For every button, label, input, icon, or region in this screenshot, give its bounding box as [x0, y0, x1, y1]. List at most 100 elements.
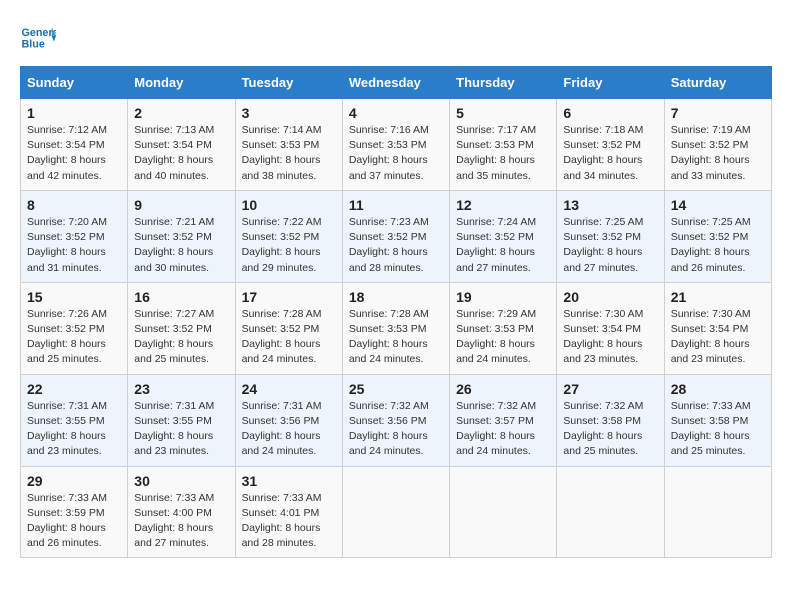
calendar-cell: 8 Sunrise: 7:20 AM Sunset: 3:52 PM Dayli…	[21, 190, 128, 282]
weekday-header-wednesday: Wednesday	[342, 67, 449, 99]
calendar-week-row: 8 Sunrise: 7:20 AM Sunset: 3:52 PM Dayli…	[21, 190, 772, 282]
day-info: Sunrise: 7:33 AM Sunset: 3:59 PM Dayligh…	[27, 492, 107, 550]
calendar-table: SundayMondayTuesdayWednesdayThursdayFrid…	[20, 66, 772, 558]
weekday-header-tuesday: Tuesday	[235, 67, 342, 99]
day-number: 26	[456, 381, 550, 397]
day-number: 31	[242, 473, 336, 489]
calendar-cell: 13 Sunrise: 7:25 AM Sunset: 3:52 PM Dayl…	[557, 190, 664, 282]
day-number: 5	[456, 105, 550, 121]
day-info: Sunrise: 7:28 AM Sunset: 3:52 PM Dayligh…	[242, 308, 322, 366]
day-number: 23	[134, 381, 228, 397]
calendar-cell: 6 Sunrise: 7:18 AM Sunset: 3:52 PM Dayli…	[557, 99, 664, 191]
weekday-header-saturday: Saturday	[664, 67, 771, 99]
day-info: Sunrise: 7:19 AM Sunset: 3:52 PM Dayligh…	[671, 124, 751, 182]
day-info: Sunrise: 7:32 AM Sunset: 3:58 PM Dayligh…	[563, 400, 643, 458]
day-number: 16	[134, 289, 228, 305]
day-info: Sunrise: 7:31 AM Sunset: 3:56 PM Dayligh…	[242, 400, 322, 458]
calendar-cell: 3 Sunrise: 7:14 AM Sunset: 3:53 PM Dayli…	[235, 99, 342, 191]
day-number: 22	[27, 381, 121, 397]
calendar-cell: 10 Sunrise: 7:22 AM Sunset: 3:52 PM Dayl…	[235, 190, 342, 282]
day-number: 14	[671, 197, 765, 213]
day-number: 2	[134, 105, 228, 121]
day-number: 9	[134, 197, 228, 213]
calendar-cell: 24 Sunrise: 7:31 AM Sunset: 3:56 PM Dayl…	[235, 374, 342, 466]
day-info: Sunrise: 7:21 AM Sunset: 3:52 PM Dayligh…	[134, 216, 214, 274]
day-number: 6	[563, 105, 657, 121]
day-number: 20	[563, 289, 657, 305]
calendar-cell: 30 Sunrise: 7:33 AM Sunset: 4:00 PM Dayl…	[128, 466, 235, 558]
day-number: 24	[242, 381, 336, 397]
day-number: 12	[456, 197, 550, 213]
calendar-cell: 18 Sunrise: 7:28 AM Sunset: 3:53 PM Dayl…	[342, 282, 449, 374]
day-info: Sunrise: 7:31 AM Sunset: 3:55 PM Dayligh…	[27, 400, 107, 458]
weekday-header-sunday: Sunday	[21, 67, 128, 99]
calendar-cell	[664, 466, 771, 558]
day-number: 1	[27, 105, 121, 121]
day-number: 15	[27, 289, 121, 305]
weekday-header-thursday: Thursday	[450, 67, 557, 99]
day-info: Sunrise: 7:18 AM Sunset: 3:52 PM Dayligh…	[563, 124, 643, 182]
calendar-cell: 22 Sunrise: 7:31 AM Sunset: 3:55 PM Dayl…	[21, 374, 128, 466]
day-number: 17	[242, 289, 336, 305]
day-number: 18	[349, 289, 443, 305]
day-number: 10	[242, 197, 336, 213]
day-number: 27	[563, 381, 657, 397]
day-number: 4	[349, 105, 443, 121]
logo-icon: General Blue	[20, 20, 56, 56]
svg-text:General: General	[21, 27, 56, 39]
calendar-cell: 31 Sunrise: 7:33 AM Sunset: 4:01 PM Dayl…	[235, 466, 342, 558]
day-info: Sunrise: 7:30 AM Sunset: 3:54 PM Dayligh…	[671, 308, 751, 366]
calendar-cell: 14 Sunrise: 7:25 AM Sunset: 3:52 PM Dayl…	[664, 190, 771, 282]
calendar-cell: 7 Sunrise: 7:19 AM Sunset: 3:52 PM Dayli…	[664, 99, 771, 191]
calendar-cell: 28 Sunrise: 7:33 AM Sunset: 3:58 PM Dayl…	[664, 374, 771, 466]
calendar-cell: 27 Sunrise: 7:32 AM Sunset: 3:58 PM Dayl…	[557, 374, 664, 466]
calendar-cell	[342, 466, 449, 558]
day-number: 19	[456, 289, 550, 305]
day-info: Sunrise: 7:23 AM Sunset: 3:52 PM Dayligh…	[349, 216, 429, 274]
calendar-cell	[557, 466, 664, 558]
day-info: Sunrise: 7:16 AM Sunset: 3:53 PM Dayligh…	[349, 124, 429, 182]
calendar-cell: 12 Sunrise: 7:24 AM Sunset: 3:52 PM Dayl…	[450, 190, 557, 282]
day-info: Sunrise: 7:32 AM Sunset: 3:57 PM Dayligh…	[456, 400, 536, 458]
day-number: 3	[242, 105, 336, 121]
day-info: Sunrise: 7:12 AM Sunset: 3:54 PM Dayligh…	[27, 124, 107, 182]
calendar-week-row: 1 Sunrise: 7:12 AM Sunset: 3:54 PM Dayli…	[21, 99, 772, 191]
calendar-cell: 2 Sunrise: 7:13 AM Sunset: 3:54 PM Dayli…	[128, 99, 235, 191]
day-info: Sunrise: 7:27 AM Sunset: 3:52 PM Dayligh…	[134, 308, 214, 366]
calendar-cell: 23 Sunrise: 7:31 AM Sunset: 3:55 PM Dayl…	[128, 374, 235, 466]
calendar-cell: 4 Sunrise: 7:16 AM Sunset: 3:53 PM Dayli…	[342, 99, 449, 191]
weekday-header-friday: Friday	[557, 67, 664, 99]
calendar-cell: 9 Sunrise: 7:21 AM Sunset: 3:52 PM Dayli…	[128, 190, 235, 282]
svg-text:Blue: Blue	[21, 38, 44, 50]
day-info: Sunrise: 7:24 AM Sunset: 3:52 PM Dayligh…	[456, 216, 536, 274]
calendar-cell: 16 Sunrise: 7:27 AM Sunset: 3:52 PM Dayl…	[128, 282, 235, 374]
day-number: 25	[349, 381, 443, 397]
calendar-cell: 11 Sunrise: 7:23 AM Sunset: 3:52 PM Dayl…	[342, 190, 449, 282]
day-info: Sunrise: 7:31 AM Sunset: 3:55 PM Dayligh…	[134, 400, 214, 458]
day-number: 7	[671, 105, 765, 121]
calendar-week-row: 29 Sunrise: 7:33 AM Sunset: 3:59 PM Dayl…	[21, 466, 772, 558]
day-info: Sunrise: 7:28 AM Sunset: 3:53 PM Dayligh…	[349, 308, 429, 366]
calendar-cell: 1 Sunrise: 7:12 AM Sunset: 3:54 PM Dayli…	[21, 99, 128, 191]
calendar-cell: 20 Sunrise: 7:30 AM Sunset: 3:54 PM Dayl…	[557, 282, 664, 374]
day-info: Sunrise: 7:30 AM Sunset: 3:54 PM Dayligh…	[563, 308, 643, 366]
day-info: Sunrise: 7:26 AM Sunset: 3:52 PM Dayligh…	[27, 308, 107, 366]
day-info: Sunrise: 7:14 AM Sunset: 3:53 PM Dayligh…	[242, 124, 322, 182]
calendar-week-row: 15 Sunrise: 7:26 AM Sunset: 3:52 PM Dayl…	[21, 282, 772, 374]
day-info: Sunrise: 7:33 AM Sunset: 4:01 PM Dayligh…	[242, 492, 322, 550]
day-info: Sunrise: 7:25 AM Sunset: 3:52 PM Dayligh…	[671, 216, 751, 274]
weekday-header-monday: Monday	[128, 67, 235, 99]
calendar-cell	[450, 466, 557, 558]
day-info: Sunrise: 7:33 AM Sunset: 3:58 PM Dayligh…	[671, 400, 751, 458]
day-info: Sunrise: 7:29 AM Sunset: 3:53 PM Dayligh…	[456, 308, 536, 366]
calendar-cell: 5 Sunrise: 7:17 AM Sunset: 3:53 PM Dayli…	[450, 99, 557, 191]
calendar-cell: 21 Sunrise: 7:30 AM Sunset: 3:54 PM Dayl…	[664, 282, 771, 374]
calendar-cell: 29 Sunrise: 7:33 AM Sunset: 3:59 PM Dayl…	[21, 466, 128, 558]
calendar-cell: 25 Sunrise: 7:32 AM Sunset: 3:56 PM Dayl…	[342, 374, 449, 466]
day-info: Sunrise: 7:32 AM Sunset: 3:56 PM Dayligh…	[349, 400, 429, 458]
calendar-cell: 15 Sunrise: 7:26 AM Sunset: 3:52 PM Dayl…	[21, 282, 128, 374]
day-info: Sunrise: 7:33 AM Sunset: 4:00 PM Dayligh…	[134, 492, 214, 550]
day-number: 13	[563, 197, 657, 213]
calendar-cell: 26 Sunrise: 7:32 AM Sunset: 3:57 PM Dayl…	[450, 374, 557, 466]
day-number: 28	[671, 381, 765, 397]
